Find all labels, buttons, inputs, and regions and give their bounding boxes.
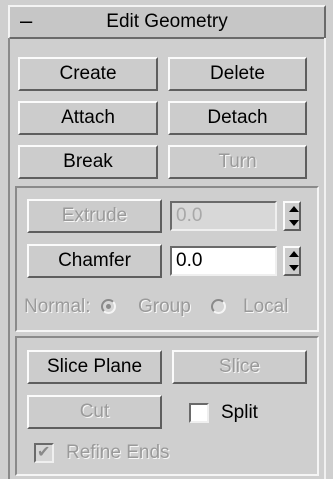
turn-button: Turn	[168, 145, 307, 179]
rollout-title: Edit Geometry	[106, 11, 228, 32]
slice-button: Slice	[172, 350, 307, 384]
break-button[interactable]: Break	[18, 145, 158, 179]
detach-button[interactable]: Detach	[168, 101, 307, 135]
normal-local-radio	[211, 299, 226, 314]
refine-ends-label: Refine Ends	[66, 442, 170, 463]
attach-button[interactable]: Attach	[18, 101, 158, 135]
normal-group-radio	[101, 299, 116, 314]
spinner-up-icon	[289, 251, 299, 257]
panel-left-border	[8, 38, 10, 479]
normal-local-label: Local	[243, 296, 289, 317]
refine-ends-checkbox: ✔	[34, 443, 54, 463]
spinner-up-icon	[289, 206, 299, 212]
normal-label: Normal:	[24, 296, 91, 317]
split-label: Split	[221, 402, 258, 423]
cut-button: Cut	[27, 395, 162, 429]
extrude-amount-field: 0.0	[170, 201, 277, 231]
spinner-down-icon	[289, 220, 299, 226]
radio-selected-dot	[106, 304, 111, 309]
spinner-down-icon	[289, 265, 299, 271]
panel-right-border	[324, 38, 326, 479]
chamfer-spinner[interactable]	[283, 246, 301, 276]
extrude-spinner[interactable]	[283, 201, 301, 231]
extrude-button: Extrude	[27, 199, 162, 233]
create-button[interactable]: Create	[18, 57, 158, 91]
delete-button[interactable]: Delete	[168, 57, 307, 91]
slice-plane-button[interactable]: Slice Plane	[27, 350, 162, 384]
normal-group-label: Group	[138, 296, 191, 317]
chamfer-button[interactable]: Chamfer	[27, 244, 162, 278]
edit-geometry-rollout-header[interactable]: – Edit Geometry	[8, 5, 326, 39]
split-checkbox[interactable]	[189, 403, 209, 423]
checkmark-icon: ✔	[37, 444, 51, 461]
chamfer-amount-field[interactable]: 0.0	[170, 246, 277, 276]
